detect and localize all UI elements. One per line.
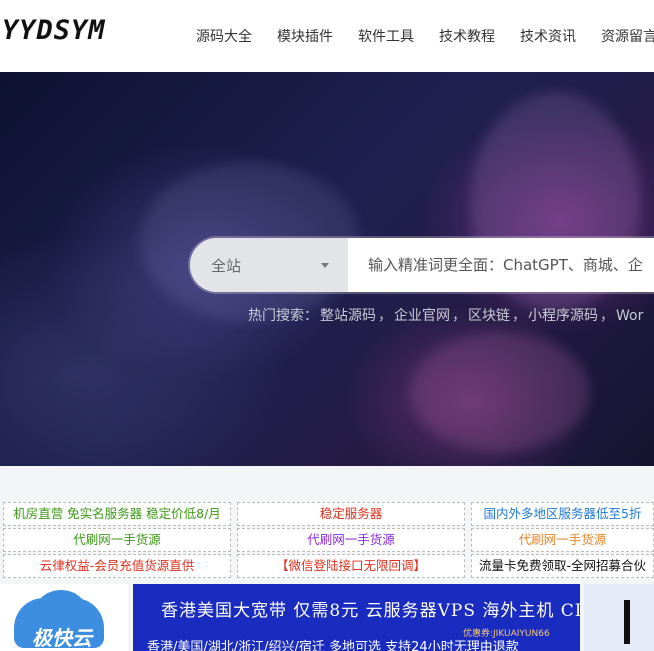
nav-item-message-board[interactable]: 资源留言	[601, 26, 654, 46]
search-category-label: 全站	[211, 256, 242, 275]
site-logo[interactable]: YYDSYM	[2, 15, 106, 46]
separator: ，	[512, 308, 526, 324]
hot-keyword[interactable]: 整站源码	[320, 308, 376, 324]
separator: ，	[452, 308, 466, 324]
jikuaiyun-logo-banner[interactable]: 极快云	[0, 584, 128, 651]
ad-link[interactable]: 国内外多地区服务器低至5折	[471, 502, 654, 526]
hot-searches: 热门搜索： 整站源码，企业官网，区块链，小程序源码， Wor	[248, 305, 645, 325]
site-header: YYDSYM 源码大全 模块插件 软件工具 技术教程 技术资讯 资源留言	[0, 0, 654, 72]
ad-link[interactable]: 代刷网一手货源	[237, 528, 465, 552]
banner-headline: 香港美国大宽带 仅需8元 云服务器VPS 海外主机 CDN	[161, 601, 580, 621]
hero-banner: 全站 热门搜索：整站源码，企业官网，区块链，小程序源码，Wor	[0, 72, 654, 466]
hosting-promo-banner[interactable]: 香港美国大宽带 仅需8元 云服务器VPS 海外主机 CDN 优惠券:JIKUAI…	[133, 584, 580, 651]
hot-keyword[interactable]: 小程序源码	[528, 308, 598, 324]
ad-link[interactable]: 代刷网一手货源	[471, 528, 654, 552]
search-input[interactable]	[348, 238, 654, 292]
banner-subline: 香港/美国/湖北/浙江/绍兴/宿迁 多地可选 支持24小时无理由退款	[147, 640, 519, 651]
hot-keyword[interactable]: 区块链	[468, 308, 510, 324]
nav-item-source-code[interactable]: 源码大全	[196, 26, 252, 46]
banner-ads: 极快云 香港美国大宽带 仅需8元 云服务器VPS 海外主机 CDN 优惠券:JI…	[0, 584, 654, 651]
chevron-down-icon	[321, 263, 329, 268]
ad-link[interactable]: 【微信登陆接口无限回调】	[237, 554, 465, 578]
ad-link[interactable]: 云律权益-会员充值货源直供	[3, 554, 231, 578]
ad-link[interactable]: 稳定服务器	[237, 502, 465, 526]
separator: ，	[600, 308, 614, 324]
ad-link[interactable]: 代刷网一手货源	[3, 528, 231, 552]
smoke-decoration	[410, 332, 590, 452]
hot-keyword[interactable]: 企业官网	[394, 308, 450, 324]
ad-link[interactable]: 流量卡免费领取-全网招募合伙	[471, 554, 654, 578]
hot-searches-label: 热门搜索：	[248, 308, 318, 324]
nav-item-tech-news[interactable]: 技术资讯	[520, 26, 576, 46]
partial-banner[interactable]	[584, 584, 654, 651]
banner-graphic	[624, 600, 644, 644]
banner-brand: 极快云	[32, 626, 92, 650]
ad-link[interactable]: 机房直营 免实名服务器 稳定价低8/月	[3, 502, 231, 526]
nav-item-tutorials[interactable]: 技术教程	[439, 26, 495, 46]
hot-keyword[interactable]: Wor	[616, 308, 643, 324]
nav-item-plugins[interactable]: 模块插件	[277, 26, 333, 46]
separator: ，	[378, 308, 392, 324]
search-category-select[interactable]: 全站	[190, 238, 348, 292]
search-bar: 全站	[190, 238, 654, 292]
main-nav: 源码大全 模块插件 软件工具 技术教程 技术资讯 资源留言	[196, 0, 654, 72]
nav-item-software-tools[interactable]: 软件工具	[358, 26, 414, 46]
